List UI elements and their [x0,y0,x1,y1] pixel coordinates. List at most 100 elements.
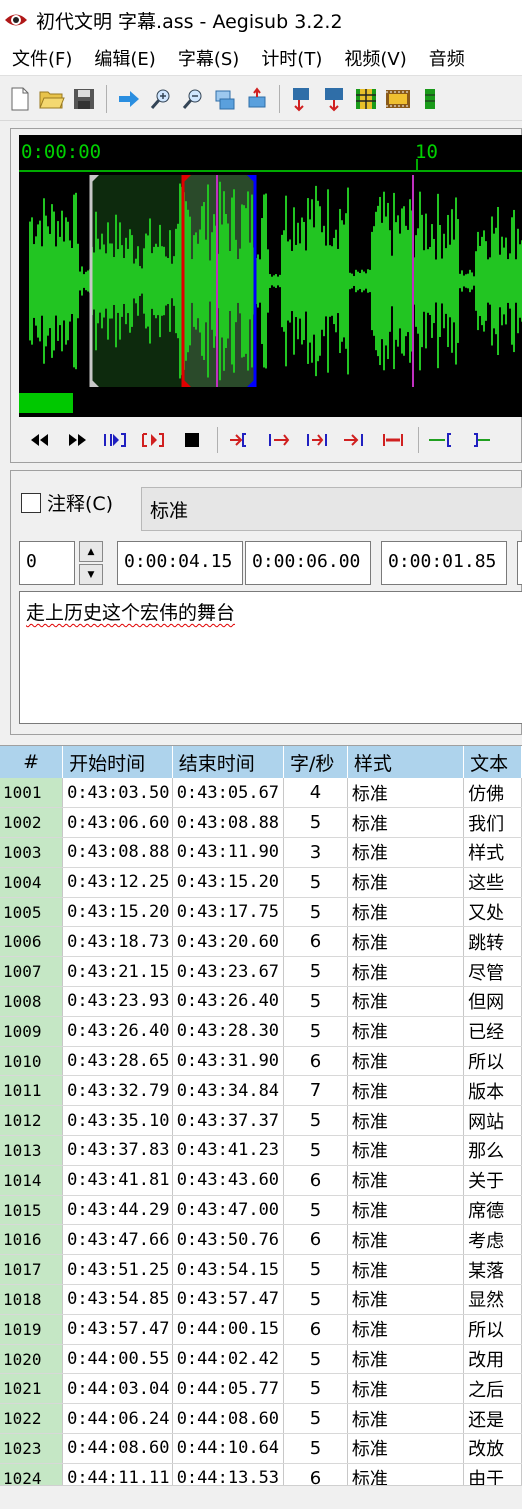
table-row[interactable]: 1023 0:44:08.60 0:44:10.64 5 标准 改放 [0,1433,522,1464]
waveform-bar [53,211,55,351]
margin-field[interactable] [517,541,522,585]
waveform-bar [155,243,157,319]
spin-up-icon[interactable]: ▲ [79,541,103,562]
table-row[interactable]: 1019 0:43:57.47 0:44:00.15 6 标准 所以 [0,1314,522,1345]
table-row[interactable]: 1009 0:43:26.40 0:43:28.30 5 标准 已经 [0,1016,522,1047]
waveform-bar [325,245,327,317]
save-icon[interactable] [70,85,97,112]
waveform-bar [503,247,505,315]
play-before-start-icon[interactable] [226,427,256,453]
menu-edit[interactable]: 编辑(E) [94,45,155,71]
layer-field[interactable]: 0 [19,541,75,585]
play-to-end-icon[interactable] [378,427,408,453]
spin-down-icon[interactable]: ▼ [79,564,103,585]
table-row[interactable]: 1012 0:43:35.10 0:43:37.37 5 标准 网站 [0,1105,522,1137]
row-style: 标准 [347,1075,465,1107]
header-start-time[interactable]: 开始时间 [62,746,173,778]
style-dropdown[interactable]: 标准 [141,487,522,531]
audio-scroll-thumb[interactable] [19,393,73,413]
table-row[interactable]: 1021 0:44:03.04 0:44:05.77 5 标准 之后 [0,1373,522,1405]
table-row[interactable]: 1005 0:43:15.20 0:43:17.75 5 标准 又处 [0,897,522,928]
table-row[interactable]: 1018 0:43:54.85 0:43:57.47 5 标准 显然 [0,1284,522,1315]
header-end-time[interactable]: 结束时间 [172,746,285,778]
menu-timing[interactable]: 计时(T) [261,45,322,71]
subtitle-text-editor[interactable]: 走上历史这个宏伟的舞台 [19,591,522,724]
table-row[interactable]: 1004 0:43:12.25 0:43:15.20 5 标准 这些 [0,867,522,898]
comment-checkbox[interactable] [21,492,41,513]
stop-icon[interactable] [177,427,207,453]
table-row[interactable]: 1011 0:43:32.79 0:43:34.84 7 标准 版本 [0,1075,522,1107]
table-row[interactable]: 1017 0:43:51.25 0:43:54.15 5 标准 某落 [0,1254,522,1286]
table-row[interactable]: 1013 0:43:37.83 0:43:41.23 5 标准 那么 [0,1135,522,1166]
table-row[interactable]: 1020 0:44:00.55 0:44:02.42 5 标准 改用 [0,1344,522,1375]
table-row[interactable]: 1006 0:43:18.73 0:43:20.60 6 标准 跳转 [0,926,522,958]
row-cps: 3 [283,837,348,868]
zoom-out-icon[interactable] [179,85,206,112]
waveform-bar [401,208,403,354]
zoom-in-icon[interactable] [147,85,174,112]
table-row[interactable]: 1010 0:43:28.65 0:43:31.90 6 标准 所以 [0,1046,522,1077]
table-row[interactable]: 1016 0:43:47.66 0:43:50.76 6 标准 考虑 [0,1224,522,1256]
table-row[interactable]: 1014 0:43:41.81 0:43:43.60 6 标准 关于 [0,1165,522,1196]
header-cps[interactable]: 字/秒 [283,746,348,778]
snap-icon[interactable] [211,85,238,112]
table-row[interactable]: 1022 0:44:06.24 0:44:08.60 5 标准 还是 [0,1403,522,1435]
audio-waveform[interactable]: 0:00:00 10 [19,135,522,417]
waveform-bar [159,224,161,338]
waveform-bar [41,246,43,316]
menu-video[interactable]: 视频(V) [344,45,406,71]
table-row[interactable]: 1001 0:43:03.50 0:43:05.67 4 标准 仿佛 [0,778,522,809]
start-time-field[interactable]: 0:00:04.15 [117,541,243,585]
lead-out-icon[interactable] [465,427,495,453]
table-row[interactable]: 1008 0:43:23.93 0:43:26.40 5 标准 但网 [0,986,522,1017]
waveform-bar [185,201,187,361]
duration-field[interactable]: 0:00:01.85 [381,541,507,585]
play-after-end-icon[interactable] [340,427,370,453]
style-manager-icon[interactable] [288,85,315,112]
waveform-bar [333,237,335,325]
table-row[interactable]: 1007 0:43:21.15 0:43:23.67 5 标准 尽管 [0,956,522,988]
play-after-start-icon[interactable] [264,427,294,453]
row-cps: 5 [283,1344,348,1375]
header-style[interactable]: 样式 [347,746,465,778]
row-end-time: 0:43:20.60 [172,926,285,958]
menu-file[interactable]: 文件(F) [12,45,72,71]
table-row[interactable]: 1003 0:43:08.88 0:43:11.90 3 标准 样式 [0,837,522,868]
table-row[interactable]: 1002 0:43:06.60 0:43:08.88 5 标准 我们 [0,807,522,839]
waveform-bar [391,255,393,307]
menu-subtitle[interactable]: 字幕(S) [178,45,239,71]
waveform-bar [369,269,371,293]
move-icon[interactable] [243,85,270,112]
row-text: 已经 [463,1016,522,1047]
row-cps: 5 [283,1433,348,1464]
play-before-end-icon[interactable] [302,427,332,453]
comment-toggle[interactable]: 注释(C) [21,489,113,516]
subtitle-grid-icon[interactable] [352,85,379,112]
lead-in-icon[interactable] [427,427,457,453]
prev-line-icon[interactable] [25,427,55,453]
row-end-time: 0:43:26.40 [172,986,285,1017]
table-row[interactable]: 1015 0:43:44.29 0:43:47.00 5 标准 席德 [0,1195,522,1226]
waveform-bar [373,226,375,336]
translation-icon[interactable] [320,85,347,112]
waveform-bar [343,224,345,338]
new-file-icon[interactable] [6,85,33,112]
waveform-bar [463,275,465,287]
waveform-bar [295,244,297,318]
video-frame-icon[interactable] [384,85,411,112]
row-end-time: 0:43:23.67 [172,956,285,988]
header-number[interactable]: # [0,746,64,778]
next-line-icon[interactable] [63,427,93,453]
end-time-field[interactable]: 0:00:06.00 [245,541,371,585]
header-text[interactable]: 文本 [463,746,522,778]
row-start-time: 0:43:57.47 [62,1314,173,1345]
table-row[interactable]: 1024 0:44:11.11 0:44:13.53 6 标准 由于 [0,1463,522,1485]
play-line-icon[interactable] [139,427,169,453]
open-folder-icon[interactable] [38,85,65,112]
layer-spinner[interactable]: ▲ ▼ [79,541,103,585]
play-selection-icon[interactable] [101,427,131,453]
extra-icon[interactable] [416,85,443,112]
row-style: 标准 [347,1105,465,1137]
jump-arrow-icon[interactable] [115,85,142,112]
menu-audio[interactable]: 音频 [429,45,465,71]
